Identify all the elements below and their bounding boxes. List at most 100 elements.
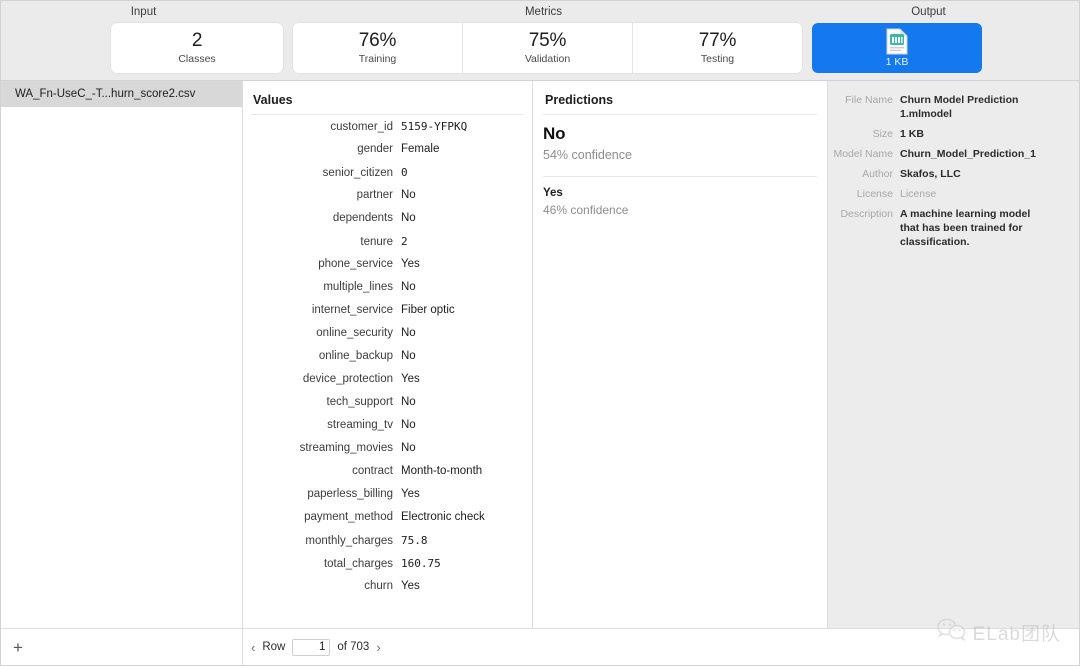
- value-row: payment_method Electronic check: [251, 511, 524, 534]
- bottom-toolbar: + ‹ Row 1 of 703 ›: [1, 628, 1079, 665]
- inspector-rows: File Name Churn Model Prediction 1.mlmode…: [828, 93, 1069, 249]
- prediction-primary-label: No: [543, 124, 566, 143]
- header-label-output: Output: [911, 6, 946, 18]
- value-key: device_protection: [302, 373, 393, 385]
- value-key: payment_method: [304, 511, 393, 523]
- inspector-key: License: [856, 188, 893, 200]
- value-key: online_backup: [318, 350, 393, 362]
- value-cell[interactable]: Electronic check: [401, 511, 485, 523]
- value-row: tenure 2: [251, 235, 524, 258]
- value-cell[interactable]: No: [401, 442, 416, 454]
- value-key: tenure: [360, 236, 393, 248]
- file-name-label: WA_Fn-UseC_-T...hurn_score2.csv: [15, 88, 196, 100]
- classes-card[interactable]: 2 Classes: [111, 23, 283, 73]
- inspector-row: Model Name Churn_Model_Prediction_1: [828, 147, 1069, 161]
- value-cell[interactable]: No: [401, 419, 416, 431]
- value-cell[interactable]: Month-to-month: [401, 465, 482, 477]
- value-key: gender: [357, 143, 393, 155]
- prediction-primary-confidence: 54% confidence: [543, 148, 632, 162]
- values-divider: [251, 114, 524, 115]
- value-row: monthly_charges 75.8: [251, 534, 524, 557]
- value-cell[interactable]: Yes: [401, 373, 420, 385]
- value-cell[interactable]: Yes: [401, 258, 420, 270]
- value-key: streaming_tv: [327, 419, 393, 431]
- value-row: streaming_tv No: [251, 419, 524, 442]
- value-row: streaming_movies No: [251, 442, 524, 465]
- inspector-value[interactable]: License: [900, 187, 936, 201]
- chevron-left-icon[interactable]: ‹: [251, 640, 255, 655]
- training-label: Training: [358, 52, 397, 65]
- value-key: internet_service: [311, 304, 393, 316]
- value-cell[interactable]: 0: [401, 166, 408, 179]
- chevron-right-icon[interactable]: ›: [376, 640, 380, 655]
- row-number-input[interactable]: 1: [292, 638, 331, 656]
- value-cell[interactable]: No: [401, 281, 416, 293]
- row-total-label: of 703: [337, 641, 370, 653]
- inspector-value[interactable]: Skafos, LLC: [900, 167, 961, 181]
- value-row: multiple_lines No: [251, 281, 524, 304]
- inspector-value[interactable]: 1 KB: [900, 127, 924, 141]
- value-key: online_security: [316, 327, 393, 339]
- header-cards: 2 Classes 76% Training 75% Validation 77…: [1, 23, 1079, 73]
- add-icon[interactable]: +: [13, 639, 23, 656]
- inspector-row: License License: [828, 187, 1069, 201]
- value-cell[interactable]: Fiber optic: [401, 304, 455, 316]
- summary-header: Input Metrics Output 2 Classes 76% Train…: [1, 1, 1079, 81]
- value-row: gender Female: [251, 143, 524, 166]
- inspector-value[interactable]: Churn Model Prediction 1.mlmodel: [900, 93, 1040, 121]
- value-row: contract Month-to-month: [251, 465, 524, 488]
- add-file-area: +: [1, 629, 243, 665]
- prediction-secondary-confidence: 46% confidence: [543, 203, 629, 217]
- value-cell[interactable]: Female: [401, 143, 439, 155]
- prediction-separator: [543, 176, 817, 177]
- value-cell[interactable]: No: [401, 212, 416, 224]
- file-sidebar: WA_Fn-UseC_-T...hurn_score2.csv: [1, 81, 243, 628]
- training-value: 76%: [358, 29, 397, 51]
- value-key: total_charges: [323, 558, 393, 570]
- value-row: dependents No: [251, 212, 524, 235]
- value-row: customer_id 5159-YFPKQ: [251, 120, 524, 143]
- value-key: multiple_lines: [323, 281, 393, 293]
- inspector-value[interactable]: Churn_Model_Prediction_1: [900, 147, 1036, 161]
- values-pane: Values customer_id 5159-YFPKQ gender Female…: [243, 81, 533, 628]
- value-key: customer_id: [330, 121, 393, 133]
- inspector-key: Description: [840, 208, 893, 220]
- sidebar-item-csv-file[interactable]: WA_Fn-UseC_-T...hurn_score2.csv: [1, 81, 242, 107]
- row-pager: ‹ Row 1 of 703 ›: [243, 629, 1079, 665]
- inspector-key: File Name: [845, 94, 893, 106]
- prediction-primary: No 54% confidence: [543, 123, 817, 162]
- prediction-secondary: Yes 46% confidence: [543, 187, 817, 217]
- value-cell[interactable]: 160.75: [401, 557, 441, 570]
- value-cell[interactable]: 2: [401, 235, 408, 248]
- predictions-divider: [543, 114, 817, 115]
- value-row: total_charges 160.75: [251, 557, 524, 580]
- value-cell[interactable]: No: [401, 327, 416, 339]
- value-key: senior_citizen: [322, 167, 393, 179]
- value-cell[interactable]: Yes: [401, 488, 420, 500]
- value-cell[interactable]: Yes: [401, 580, 420, 592]
- value-key: monthly_charges: [305, 535, 393, 547]
- value-cell[interactable]: No: [401, 350, 416, 362]
- validation-metric-card[interactable]: 75% Validation: [462, 23, 632, 73]
- header-group-labels: Input Metrics Output: [1, 1, 1079, 23]
- value-cell[interactable]: No: [401, 396, 416, 408]
- value-key: partner: [356, 189, 393, 201]
- value-cell[interactable]: 75.8: [401, 534, 428, 547]
- prediction-secondary-label: Yes: [543, 187, 563, 199]
- value-cell[interactable]: No: [401, 189, 416, 201]
- inspector-value[interactable]: A machine learning model that has been t…: [900, 207, 1040, 249]
- value-row: paperless_billing Yes: [251, 488, 524, 511]
- value-row: online_security No: [251, 327, 524, 350]
- row-label: Row: [262, 641, 286, 653]
- value-key: paperless_billing: [307, 488, 393, 500]
- testing-metric-card[interactable]: 77% Testing: [632, 23, 802, 73]
- training-metric-card[interactable]: 76% Training: [293, 23, 462, 73]
- inspector-row: Size 1 KB: [828, 127, 1069, 141]
- value-row: churn Yes: [251, 580, 524, 603]
- output-model-card[interactable]: 1 KB: [812, 23, 982, 73]
- header-label-metrics: Metrics: [524, 6, 563, 18]
- predictions-title: Predictions: [545, 93, 614, 107]
- value-key: churn: [364, 580, 393, 592]
- value-row: partner No: [251, 189, 524, 212]
- value-cell[interactable]: 5159-YFPKQ: [401, 120, 467, 133]
